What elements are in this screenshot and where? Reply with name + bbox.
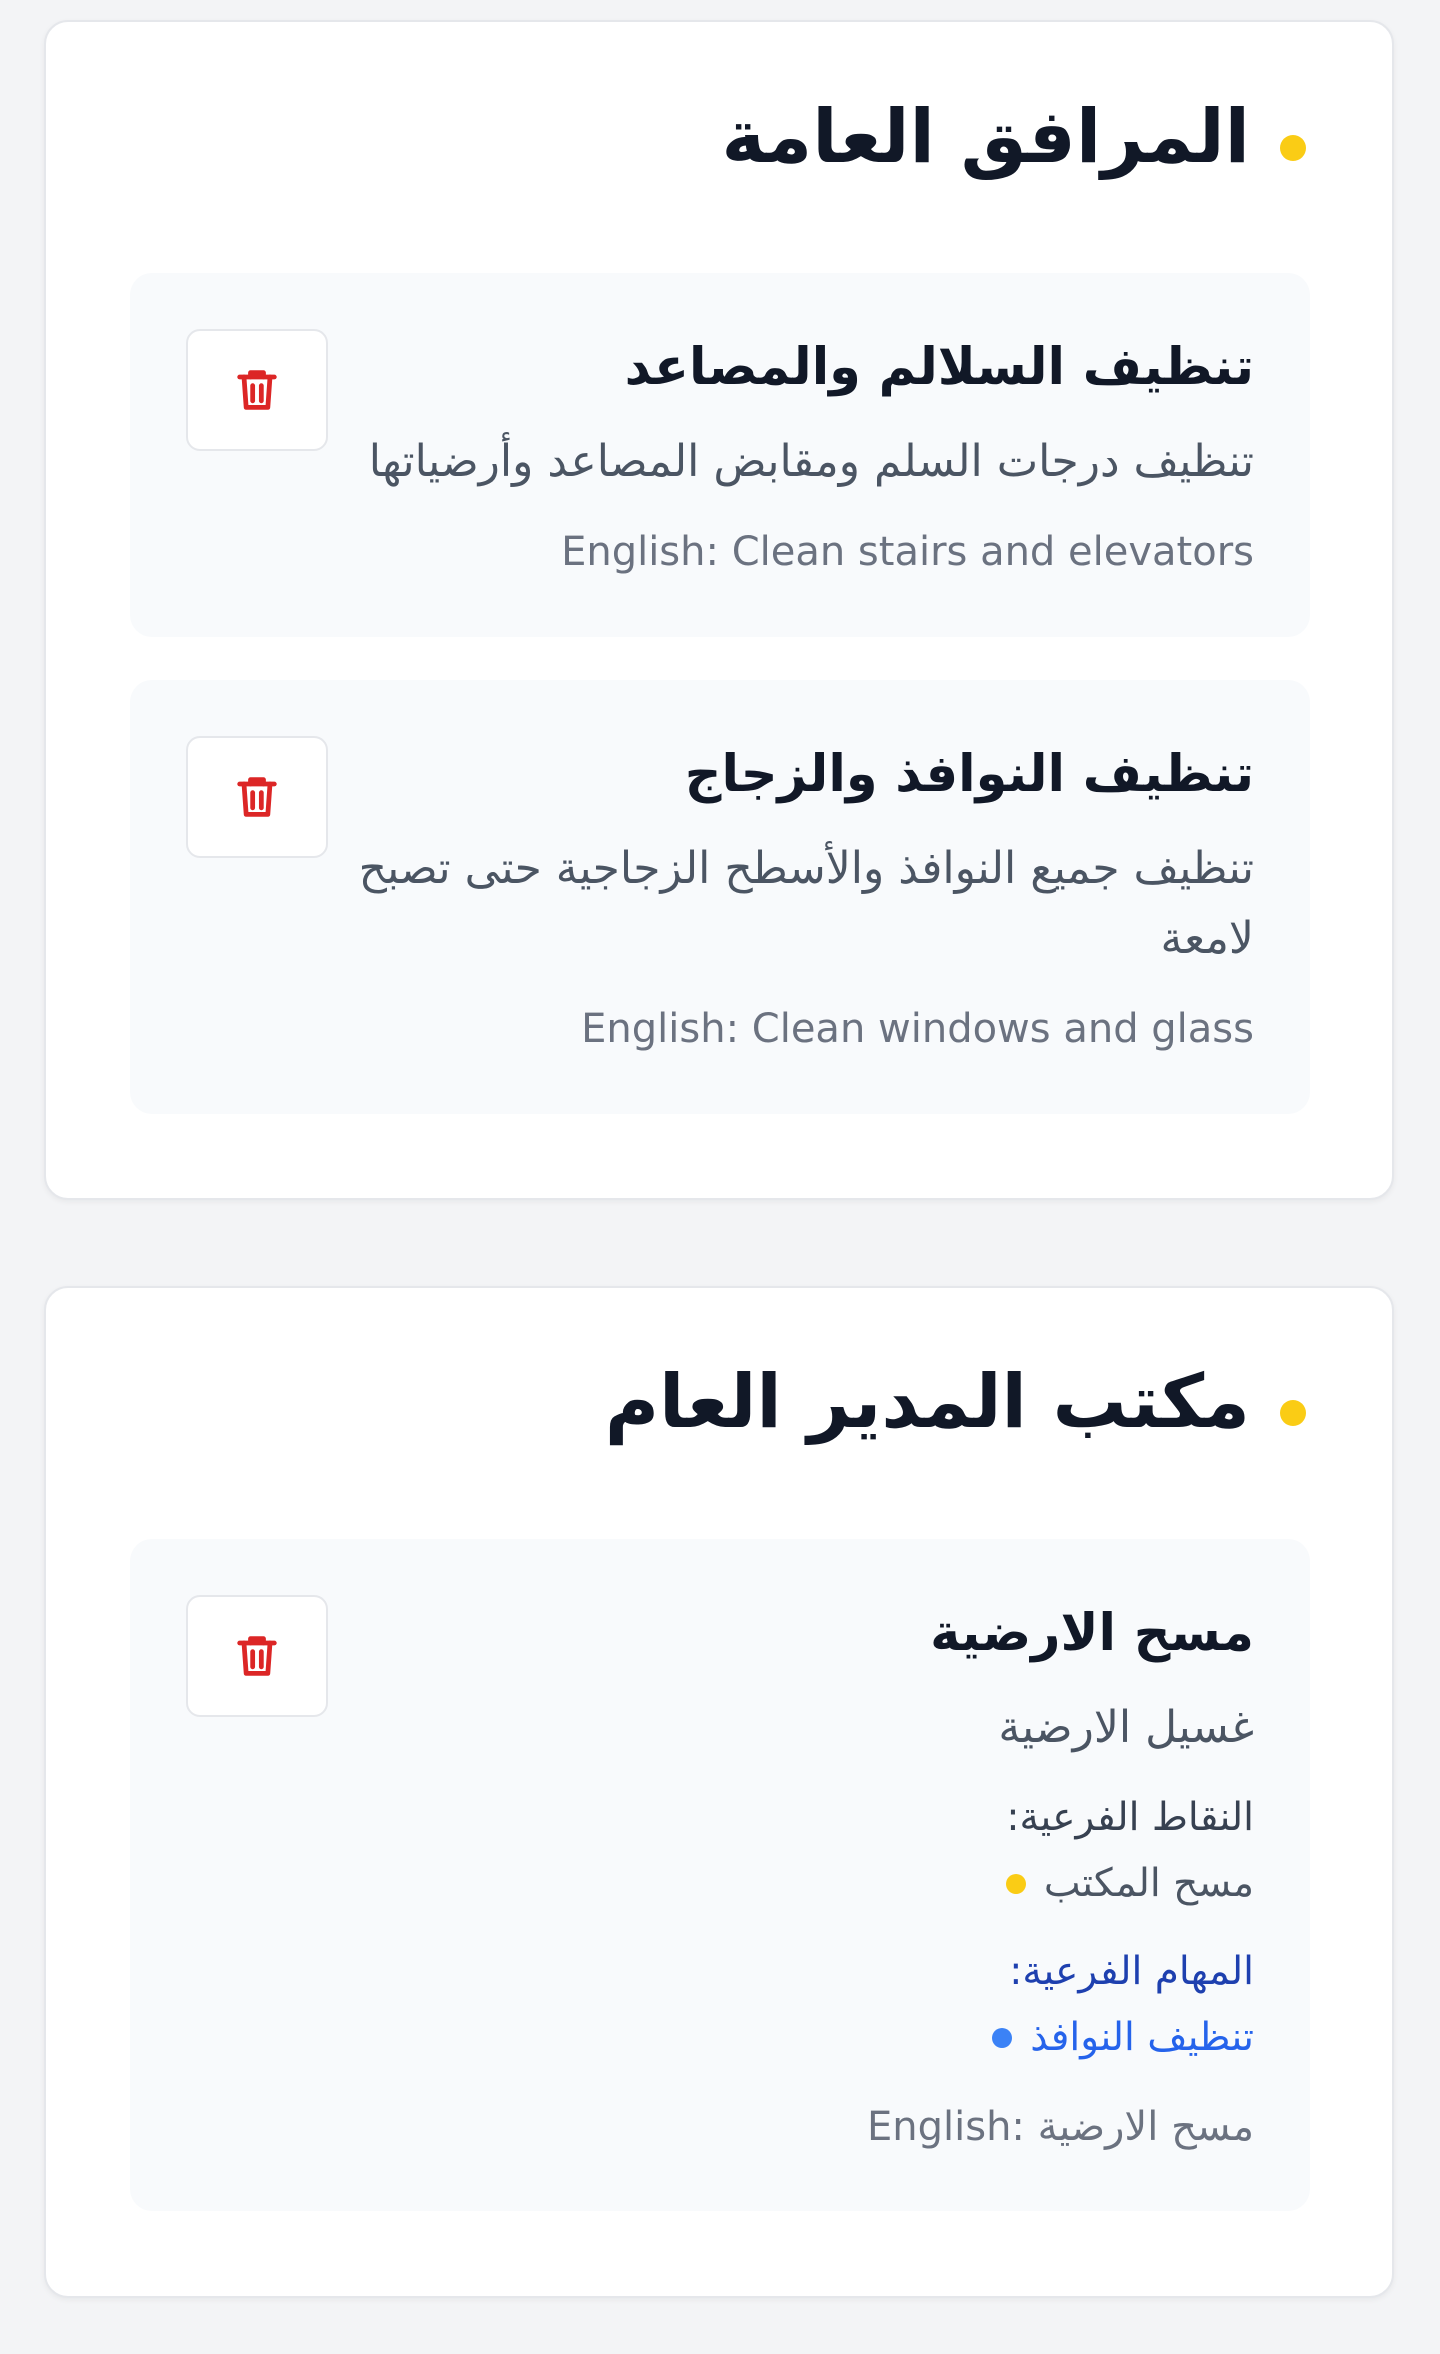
delete-button[interactable] bbox=[186, 736, 328, 858]
subtask-text[interactable]: تنظيف النوافذ bbox=[1030, 2015, 1254, 2062]
subtask-item[interactable]: تنظيف النوافذ bbox=[992, 2015, 1254, 2062]
task-title: تنظيف النوافذ والزجاج bbox=[684, 745, 1254, 804]
task-card: تنظيف السلالم والمصاعد تنظيف درجات السلم… bbox=[130, 273, 1310, 637]
trash-icon bbox=[237, 777, 277, 817]
subpoint-item: مسح المكتب bbox=[1005, 1861, 1254, 1908]
bullet-dot bbox=[1005, 1874, 1026, 1895]
subtasks-label: المهام الفرعية: bbox=[1009, 1949, 1254, 1994]
subpoint-text: مسح المكتب bbox=[1043, 1861, 1254, 1906]
section-title: مكتب المدير العام bbox=[604, 1359, 1250, 1445]
section-dot bbox=[1280, 135, 1306, 161]
trash-icon bbox=[237, 1636, 277, 1676]
section-dot bbox=[1280, 1400, 1306, 1426]
delete-button[interactable] bbox=[186, 329, 328, 451]
delete-button[interactable] bbox=[186, 1595, 328, 1717]
trash-icon bbox=[237, 370, 277, 410]
subpoints-label: النقاط الفرعية: bbox=[1006, 1795, 1254, 1840]
task-description: تنظيف جميع النوافذ والأسطح الزجاجية حتى … bbox=[358, 843, 1254, 964]
task-card: تنظيف النوافذ والزجاج تنظيف جميع النوافذ… bbox=[130, 680, 1310, 1114]
task-title: تنظيف السلالم والمصاعد bbox=[624, 338, 1254, 397]
task-english-name: English: مسح الارضية bbox=[867, 2104, 1254, 2150]
task-description: غسيل الارضية bbox=[998, 1702, 1254, 1753]
bullet-dot bbox=[992, 2028, 1013, 2049]
task-description: تنظيف درجات السلم ومقابض المصاعد وأرضيات… bbox=[368, 436, 1254, 487]
section-title: المرافق العامة bbox=[721, 94, 1250, 180]
task-title: مسح الارضية bbox=[930, 1604, 1254, 1663]
task-card: مسح الارضية غسيل الارضية النقاط الفرعية:… bbox=[130, 1539, 1310, 2211]
task-english-name: English: Clean windows and glass bbox=[581, 1006, 1254, 1052]
task-english-name: English: Clean stairs and elevators bbox=[561, 529, 1254, 575]
